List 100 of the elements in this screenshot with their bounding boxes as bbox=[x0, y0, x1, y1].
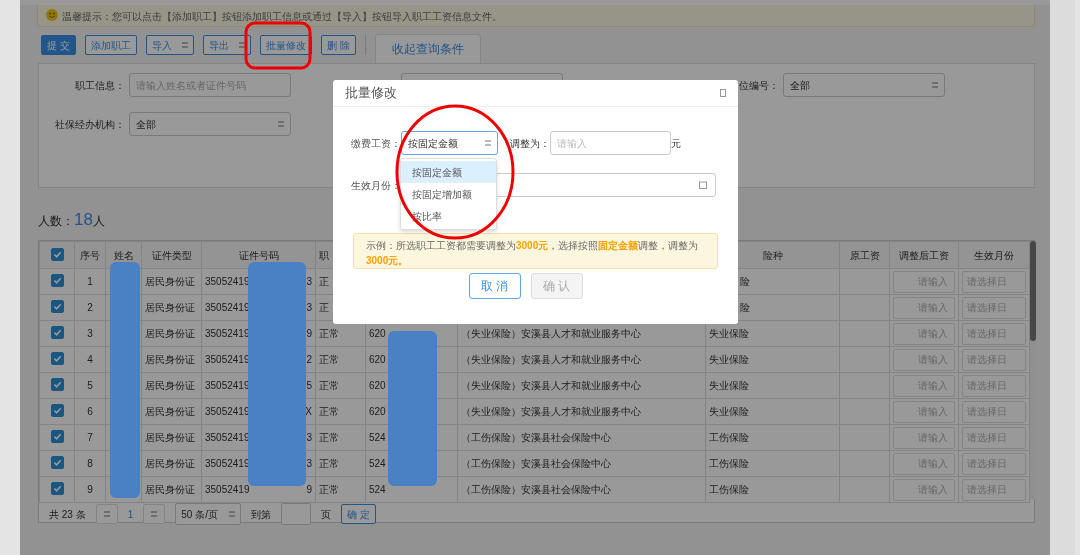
next-page-button[interactable] bbox=[143, 504, 166, 524]
id-number-text: 5 bbox=[306, 379, 312, 393]
table-cell: （工伤保险）安溪县社会保险中心 bbox=[461, 432, 611, 443]
toolbar-button[interactable]: 删 除 bbox=[320, 35, 356, 55]
table-cell: （失业保险）安溪县人才和就业服务中心 bbox=[461, 406, 641, 417]
table-cell: 失业保险 bbox=[709, 380, 749, 391]
scrollbar[interactable] bbox=[1030, 241, 1036, 499]
toolbar-button[interactable]: 导出 bbox=[202, 35, 251, 55]
example-note: 示例：所选职工工资都需要调整为3000元，选择按照固定金额调整，调整为3000元。 bbox=[353, 233, 718, 269]
id-number-text: 9 bbox=[306, 483, 312, 497]
id-number-text: 35052419 bbox=[205, 483, 250, 497]
toolbar-button[interactable]: 导入 bbox=[145, 35, 194, 55]
field-label: 缴费工资： bbox=[351, 136, 401, 151]
table-cell: 620 bbox=[369, 380, 386, 391]
sort-icon bbox=[229, 510, 236, 518]
table-cell: 7 bbox=[87, 432, 93, 443]
table-cell: （失业保险）安溪县人才和就业服务中心 bbox=[461, 380, 641, 391]
checkbox[interactable] bbox=[50, 482, 64, 495]
table-cell: 正常 bbox=[319, 458, 339, 469]
table-cell: 3 bbox=[87, 328, 93, 339]
table-cell: 524 bbox=[369, 432, 386, 443]
field-label: 社保经办机构： bbox=[54, 117, 125, 132]
sort-icon bbox=[103, 510, 110, 518]
table-cell: 居民身份证 bbox=[145, 328, 195, 339]
column-header: 序号 bbox=[74, 241, 106, 269]
table-cell: 工伤保险 bbox=[709, 458, 749, 469]
table-cell: 正常 bbox=[319, 484, 339, 495]
input-field[interactable]: 请输入 bbox=[550, 131, 671, 155]
total-count: 共 23 条 bbox=[49, 507, 86, 522]
table-cell: 险 bbox=[740, 302, 750, 313]
toolbar-button[interactable]: 提 交 bbox=[41, 35, 76, 55]
table-cell: 工伤保险 bbox=[709, 484, 749, 495]
table-cell: 524 bbox=[369, 458, 386, 469]
checkbox[interactable] bbox=[50, 456, 64, 469]
count-unit: 人 bbox=[92, 214, 105, 230]
checkbox[interactable] bbox=[50, 378, 64, 391]
close-icon[interactable] bbox=[720, 89, 726, 97]
checkbox[interactable] bbox=[50, 430, 64, 443]
id-number-text: 35052419 bbox=[205, 431, 250, 445]
table-cell: 2 bbox=[87, 302, 93, 313]
table-cell: （工伤保险）安溪县社会保险中心 bbox=[461, 458, 611, 469]
page-input[interactable] bbox=[281, 503, 312, 525]
prev-page-button[interactable] bbox=[95, 504, 118, 524]
count-value: 18 bbox=[74, 209, 93, 231]
table-cell: 居民身份证 bbox=[145, 406, 195, 417]
table-cell: 6 bbox=[87, 406, 93, 417]
checkbox[interactable] bbox=[50, 326, 64, 339]
select-field[interactable]: 按固定金额 bbox=[401, 131, 498, 155]
column-header: 生效月份 bbox=[958, 241, 1030, 269]
id-number-text: 35052419 bbox=[205, 301, 250, 315]
select-field[interactable]: 全部 bbox=[129, 112, 291, 136]
page-number[interactable]: 1 bbox=[127, 506, 134, 522]
checkbox[interactable] bbox=[50, 352, 64, 365]
id-number-text: 3 bbox=[306, 431, 312, 445]
table-cell: 524 bbox=[369, 484, 386, 495]
id-number-text: 35052419 bbox=[205, 275, 250, 289]
sort-icon bbox=[278, 120, 284, 128]
cancel-button[interactable]: 取 消 bbox=[468, 273, 521, 299]
tab[interactable]: 收起查询条件 bbox=[374, 34, 481, 63]
sort-icon bbox=[932, 81, 938, 89]
dropdown-option[interactable]: 按固定金额 bbox=[401, 161, 496, 183]
id-number-text: 9 bbox=[306, 327, 312, 341]
highlight-frame bbox=[244, 21, 312, 70]
table-cell: 正 bbox=[319, 302, 329, 313]
sort-icon bbox=[151, 510, 158, 518]
checkbox[interactable] bbox=[50, 404, 64, 417]
table-cell: 居民身份证 bbox=[145, 354, 195, 365]
table-cell: 正常 bbox=[319, 380, 339, 391]
checkbox[interactable] bbox=[50, 247, 64, 261]
id-number-text: 2 bbox=[306, 353, 312, 367]
table-cell: 险 bbox=[740, 276, 750, 287]
toolbar-button[interactable]: 批量修改 bbox=[259, 35, 312, 55]
page-size-select[interactable]: 50 条/页 bbox=[175, 503, 242, 525]
id-number-text: 35052419 bbox=[205, 327, 250, 341]
table-cell: （工伤保险）安溪县社会保险中心 bbox=[461, 484, 611, 495]
confirm-button[interactable]: 确 定 bbox=[341, 504, 377, 524]
checkbox[interactable] bbox=[50, 300, 64, 313]
calendar-icon bbox=[699, 181, 707, 189]
checkbox[interactable] bbox=[50, 274, 64, 287]
column-header: 原工资 bbox=[839, 241, 890, 269]
goto-label: 到第 bbox=[251, 507, 272, 522]
table-cell: 正常 bbox=[319, 354, 339, 365]
select-field[interactable]: 全部 bbox=[783, 73, 945, 97]
table-cell: 9 bbox=[87, 484, 93, 495]
smiley-icon bbox=[46, 9, 58, 21]
table-cell: 居民身份证 bbox=[145, 302, 195, 313]
table-cell: 5 bbox=[87, 380, 93, 391]
column-header: 调整后工资 bbox=[889, 241, 959, 269]
table-cell: 1 bbox=[87, 276, 93, 287]
id-number-text: 35052419 bbox=[205, 353, 250, 367]
table-cell: （失业保险）安溪县人才和就业服务中心 bbox=[461, 354, 641, 365]
id-number-text: 35052419 bbox=[205, 405, 250, 419]
id-number-text: 3 bbox=[306, 275, 312, 289]
sort-icon bbox=[181, 41, 188, 49]
dropdown-option[interactable]: 按固定增加额 bbox=[401, 183, 496, 205]
toolbar-button[interactable]: 添加职工 bbox=[84, 35, 137, 55]
field-label: 位编号： bbox=[738, 78, 779, 93]
table-cell: 正常 bbox=[319, 328, 339, 339]
sort-icon bbox=[238, 41, 245, 49]
id-number-text: 35052419 bbox=[205, 379, 250, 393]
